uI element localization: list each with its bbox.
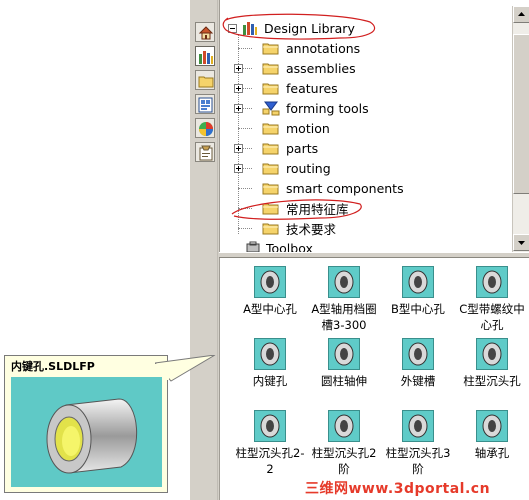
design-library-tree: Design Library annotations assemblies feat… <box>219 0 529 252</box>
tooltip-title: 内键孔.SLDLFP <box>11 360 95 373</box>
library-item-label: A型轴用档圈槽3-300 <box>311 302 377 332</box>
tooltip-preview-image <box>11 377 162 487</box>
counterbore-icon <box>476 338 508 370</box>
tab-custom-properties[interactable] <box>195 142 215 162</box>
custom-properties-icon <box>199 145 213 161</box>
center-hole-b-icon <box>402 266 434 298</box>
center-hole-c-icon <box>476 266 508 298</box>
tab-view-palette[interactable] <box>195 94 215 114</box>
library-item-label: 柱型沉头孔2-2 <box>235 446 305 476</box>
tab-file-explorer[interactable] <box>195 70 215 90</box>
red-annotation-marks <box>222 13 376 220</box>
library-item-label: C型带螺纹中心孔 <box>459 302 525 332</box>
library-item-label: 柱型沉头孔3阶 <box>385 446 451 476</box>
library-item-label: 轴承孔 <box>474 446 510 460</box>
tab-home[interactable] <box>195 22 215 42</box>
library-item[interactable]: 外键槽 <box>380 338 456 389</box>
library-item[interactable]: C型带螺纹中心孔 <box>454 266 529 333</box>
library-item[interactable]: 柱型沉头孔2阶 <box>306 410 382 477</box>
appearances-icon <box>199 122 213 136</box>
keyway-bore-preview-icon <box>46 398 138 474</box>
external-keyway-icon <box>402 338 434 370</box>
bearing-hole-icon <box>476 410 508 442</box>
design-library-icon <box>199 51 213 64</box>
arrow-down-icon <box>518 241 525 245</box>
cylindrical-shaft-end-icon <box>328 338 360 370</box>
library-item[interactable]: 柱型沉头孔2-2 <box>232 410 308 477</box>
library-item[interactable]: 圆柱轴伸 <box>306 338 382 389</box>
counterbore-2-2-icon <box>254 410 286 442</box>
home-icon <box>198 26 214 40</box>
counterbore-3-step-icon <box>402 410 434 442</box>
task-pane-tabs <box>190 0 218 500</box>
watermark-text: 三维网www.3dportal.cn <box>305 481 491 497</box>
library-item-label: 外键槽 <box>400 374 436 388</box>
library-item[interactable]: 轴承孔 <box>454 410 529 461</box>
library-items-view: A型中心孔 A型轴用档圈槽3-300 B型中心孔 C型带螺纹中心孔 内键孔 圆柱轴伸 外键槽… <box>219 258 529 500</box>
scroll-up-button[interactable] <box>513 6 529 23</box>
tab-appearances[interactable] <box>195 118 215 138</box>
library-item[interactable]: A型轴用档圈槽3-300 <box>306 266 382 333</box>
library-item-label: 柱型沉头孔 <box>463 374 521 388</box>
center-hole-a-icon <box>254 266 286 298</box>
tooltip-pointer <box>155 355 216 382</box>
library-item-label: B型中心孔 <box>391 302 445 316</box>
preview-tooltip: 内键孔.SLDLFP <box>4 355 216 493</box>
tab-design-library[interactable] <box>195 46 215 66</box>
view-palette-icon <box>198 97 213 113</box>
library-item[interactable]: B型中心孔 <box>380 266 456 317</box>
tree-scrollbar[interactable] <box>512 6 529 252</box>
counterbore-2-step-icon <box>328 410 360 442</box>
library-item-label: A型中心孔 <box>243 302 297 316</box>
library-item-label: 柱型沉头孔2阶 <box>311 446 377 476</box>
scroll-thumb[interactable] <box>513 34 529 194</box>
file-explorer-icon <box>198 76 214 88</box>
library-item[interactable]: 柱型沉头孔 <box>454 338 529 389</box>
library-item-label: 圆柱轴伸 <box>321 374 367 388</box>
arrow-up-icon <box>518 12 525 16</box>
scroll-down-button[interactable] <box>513 234 529 251</box>
library-item[interactable]: A型中心孔 <box>232 266 308 317</box>
library-item[interactable]: 柱型沉头孔3阶 <box>380 410 456 477</box>
retaining-ring-groove-icon <box>328 266 360 298</box>
keyway-bore-icon <box>254 338 286 370</box>
